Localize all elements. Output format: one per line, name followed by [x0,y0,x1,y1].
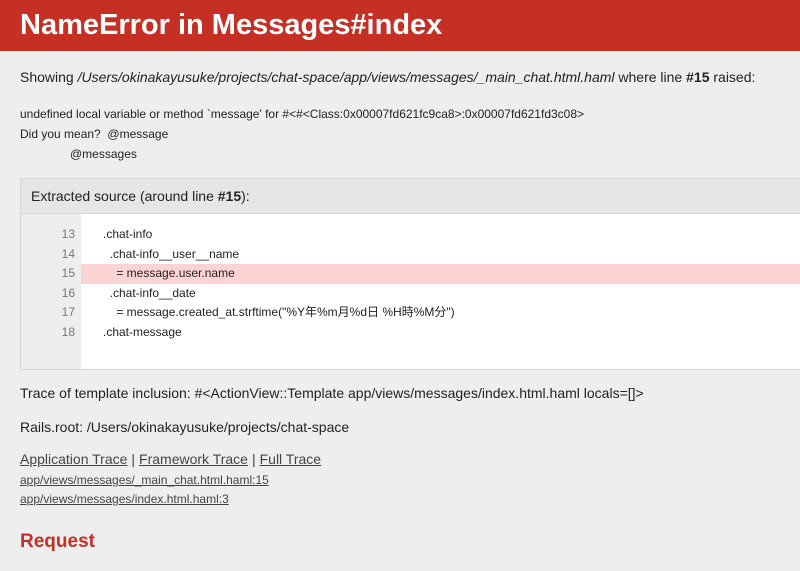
line-number: 18 [61,324,75,339]
source-heading-line: #15 [217,188,242,204]
code-line: .chat-info__user__name [103,246,240,261]
code-line: .chat-info [103,227,153,241]
trace-entry[interactable]: app/views/messages/index.html.haml:3 [20,490,780,509]
framework-trace-link[interactable]: Framework Trace [139,451,248,467]
code-line: = message.created_at.strftime("%Y年%m月%d日… [103,305,455,319]
showing-mid: where line [618,69,683,85]
suggestion-1: @message [107,127,169,141]
error-text: undefined local variable or method `mess… [20,107,585,121]
trace-separator: | [251,451,256,467]
did-you-mean: Did you mean? @message [20,124,780,144]
suggestion-2: @messages [70,147,137,161]
main-content: Showing /Users/okinakayusuke/projects/ch… [0,68,800,553]
line-number: 15 [61,266,75,280]
rails-root: Rails.root: /Users/okinakayusuke/project… [20,419,350,435]
showing-suffix: raised: [713,69,756,85]
extracted-source: Extracted source (around line #15): 13 14… [20,178,800,370]
line-number: 13 [61,227,75,241]
source-heading-suffix: ): [241,188,250,204]
trace-tabs: Application Trace | Framework Trace | Full T… [20,451,780,467]
line-number: #15 [686,69,710,85]
source-heading: Extracted source (around line #15): [21,179,800,214]
trace-inclusion: Trace of template inclusion: #<ActionVie… [20,385,644,401]
page-title: NameError in Messages#index [20,9,443,41]
trace-entry[interactable]: app/views/messages/_main_chat.html.haml:… [20,471,780,490]
trace-separator: | [131,451,136,467]
source-heading-prefix: Extracted source (around line [31,188,214,204]
application-trace-link[interactable]: Application Trace [20,451,127,467]
showing-line: Showing /Users/okinakayusuke/projects/ch… [20,68,780,86]
line-number: 17 [61,305,75,319]
template-path: /Users/okinakayusuke/projects/chat-space… [77,69,615,85]
error-message: undefined local variable or method `mess… [20,104,780,164]
showing-prefix: Showing [20,69,74,85]
line-number-gutter: 13 14 15 16 17 18 [21,214,81,369]
suggest-label: Did you mean? [20,127,101,141]
highlighted-code-line: = message.user.name [81,264,800,284]
error-header: NameError in Messages#index [0,0,800,51]
code-line: .chat-info__date [103,285,196,300]
full-trace-link[interactable]: Full Trace [260,451,321,467]
trace-list: app/views/messages/_main_chat.html.haml:… [20,471,780,509]
code-listing: .chat-info .chat-info__user__name = mess… [81,214,800,369]
code-line: .chat-message [103,324,182,339]
request-heading: Request [20,531,95,552]
line-number: 14 [61,246,75,261]
source-body: 13 14 15 16 17 18 .chat-info .chat-info__user… [21,214,800,369]
line-number: 16 [61,285,75,300]
